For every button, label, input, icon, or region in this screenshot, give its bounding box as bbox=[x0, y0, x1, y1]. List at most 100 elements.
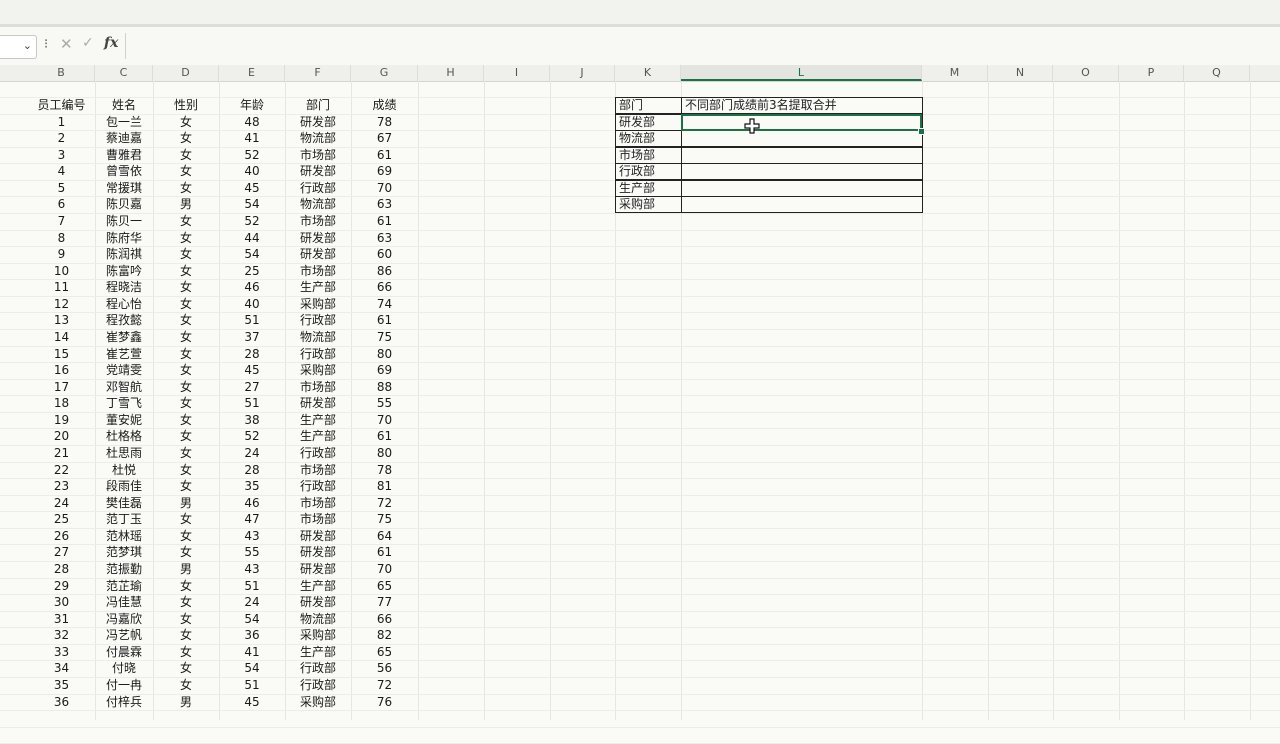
table-cell[interactable]: 曹雅君 bbox=[95, 147, 153, 163]
table-cell[interactable]: 51 bbox=[219, 395, 285, 411]
table-cell[interactable]: 樊佳磊 bbox=[95, 495, 153, 511]
table-cell[interactable]: 47 bbox=[219, 511, 285, 527]
table-cell[interactable]: 1 bbox=[28, 114, 95, 130]
table-cell[interactable]: 女 bbox=[153, 213, 219, 229]
table-cell[interactable]: 生产部 bbox=[285, 428, 351, 444]
table-cell[interactable]: 段雨佳 bbox=[95, 478, 153, 494]
table-cell[interactable]: 采购部 bbox=[285, 694, 351, 710]
summary-header-dept[interactable]: 部门 bbox=[615, 97, 682, 114]
table-cell[interactable]: 46 bbox=[219, 279, 285, 295]
table-cell[interactable]: 研发部 bbox=[285, 163, 351, 179]
table-cell[interactable]: 2 bbox=[28, 130, 95, 146]
table-cell[interactable]: 付一冉 bbox=[95, 677, 153, 693]
more-options-icon[interactable]: ⁝ bbox=[44, 37, 48, 52]
summary-result-cell[interactable] bbox=[681, 147, 923, 164]
column-header-H[interactable]: H bbox=[418, 65, 484, 81]
column-header-L[interactable]: L bbox=[681, 65, 922, 81]
summary-dept-cell[interactable]: 物流部 bbox=[615, 130, 682, 147]
table-cell[interactable]: 市场部 bbox=[285, 213, 351, 229]
table-cell[interactable]: 28 bbox=[219, 346, 285, 362]
table-cell[interactable]: 物流部 bbox=[285, 611, 351, 627]
table-cell[interactable]: 61 bbox=[351, 544, 418, 560]
table-cell[interactable]: 采购部 bbox=[285, 362, 351, 378]
table-cell[interactable]: 65 bbox=[351, 644, 418, 660]
table-cell[interactable]: 21 bbox=[28, 445, 95, 461]
selected-cell-L3[interactable] bbox=[681, 114, 922, 131]
table-cell[interactable]: 80 bbox=[351, 445, 418, 461]
table-cell[interactable]: 61 bbox=[351, 147, 418, 163]
table-cell[interactable]: 曾雪依 bbox=[95, 163, 153, 179]
table-cell[interactable]: 包一兰 bbox=[95, 114, 153, 130]
table-cell[interactable]: 女 bbox=[153, 147, 219, 163]
table-cell[interactable]: 76 bbox=[351, 694, 418, 710]
table-cell[interactable]: 15 bbox=[28, 346, 95, 362]
table-cell[interactable]: 女 bbox=[153, 644, 219, 660]
summary-dept-cell[interactable]: 采购部 bbox=[615, 196, 682, 213]
table-cell[interactable]: 女 bbox=[153, 412, 219, 428]
table-cell[interactable]: 45 bbox=[219, 180, 285, 196]
table-cell[interactable]: 女 bbox=[153, 428, 219, 444]
table-cell[interactable]: 陈贝嘉 bbox=[95, 196, 153, 212]
column-header-K[interactable]: K bbox=[615, 65, 681, 81]
table-cell[interactable]: 12 bbox=[28, 296, 95, 312]
table-cell[interactable]: 25 bbox=[28, 511, 95, 527]
column-header-N[interactable]: N bbox=[988, 65, 1053, 81]
table-cell[interactable]: 行政部 bbox=[285, 445, 351, 461]
table-cell[interactable]: 24 bbox=[219, 445, 285, 461]
name-box[interactable]: ⌄ bbox=[0, 35, 37, 59]
table-cell[interactable]: 女 bbox=[153, 611, 219, 627]
table-cell[interactable]: 程孜懿 bbox=[95, 312, 153, 328]
table-cell[interactable]: 市场部 bbox=[285, 495, 351, 511]
chevron-down-icon[interactable]: ⌄ bbox=[23, 39, 32, 52]
table-cell[interactable]: 28 bbox=[219, 462, 285, 478]
table-cell[interactable]: 冯佳慧 bbox=[95, 594, 153, 610]
table-cell[interactable]: 女 bbox=[153, 130, 219, 146]
table-cell[interactable]: 范丁玉 bbox=[95, 511, 153, 527]
table-cell[interactable]: 61 bbox=[351, 312, 418, 328]
table-cell[interactable]: 物流部 bbox=[285, 196, 351, 212]
table-cell[interactable]: 程心怡 bbox=[95, 296, 153, 312]
table-cell[interactable]: 52 bbox=[219, 147, 285, 163]
table-cell[interactable]: 男 bbox=[153, 495, 219, 511]
table-cell[interactable]: 女 bbox=[153, 163, 219, 179]
table-cell[interactable]: 女 bbox=[153, 329, 219, 345]
table-cell[interactable]: 67 bbox=[351, 130, 418, 146]
table-cell[interactable]: 54 bbox=[219, 660, 285, 676]
table-cell[interactable]: 10 bbox=[28, 263, 95, 279]
table-cell[interactable]: 生产部 bbox=[285, 578, 351, 594]
table-cell[interactable]: 23 bbox=[28, 478, 95, 494]
table-cell[interactable]: 物流部 bbox=[285, 329, 351, 345]
table-cell[interactable]: 付晨霖 bbox=[95, 644, 153, 660]
table-cell[interactable]: 28 bbox=[28, 561, 95, 577]
table-cell[interactable]: 26 bbox=[28, 528, 95, 544]
table-cell[interactable]: 行政部 bbox=[285, 660, 351, 676]
table-cell[interactable]: 78 bbox=[351, 114, 418, 130]
table-cell[interactable]: 女 bbox=[153, 445, 219, 461]
table-cell[interactable]: 9 bbox=[28, 246, 95, 262]
table-cell[interactable]: 52 bbox=[219, 428, 285, 444]
table-cell[interactable]: 董安妮 bbox=[95, 412, 153, 428]
table-cell[interactable]: 杜格格 bbox=[95, 428, 153, 444]
table-cell[interactable]: 市场部 bbox=[285, 511, 351, 527]
table-cell[interactable]: 51 bbox=[219, 677, 285, 693]
table-cell[interactable]: 生产部 bbox=[285, 279, 351, 295]
table-cell[interactable]: 研发部 bbox=[285, 395, 351, 411]
summary-header-result[interactable]: 不同部门成绩前3名提取合并 bbox=[681, 97, 923, 114]
column-header-Q[interactable]: Q bbox=[1184, 65, 1250, 81]
table-cell[interactable]: 54 bbox=[219, 196, 285, 212]
column-header-B[interactable]: B bbox=[28, 65, 95, 81]
table-cell[interactable]: 40 bbox=[219, 296, 285, 312]
table-cell[interactable]: 18 bbox=[28, 395, 95, 411]
table-cell[interactable]: 陈富吟 bbox=[95, 263, 153, 279]
cancel-icon[interactable]: ✕ bbox=[60, 35, 73, 53]
table-cell[interactable]: 75 bbox=[351, 511, 418, 527]
table-cell[interactable]: 女 bbox=[153, 627, 219, 643]
table-cell[interactable]: 31 bbox=[28, 611, 95, 627]
table-cell[interactable]: 程晓洁 bbox=[95, 279, 153, 295]
table-cell[interactable]: 3 bbox=[28, 147, 95, 163]
table-cell[interactable]: 61 bbox=[351, 213, 418, 229]
table-cell[interactable]: 女 bbox=[153, 594, 219, 610]
table-cell[interactable]: 51 bbox=[219, 578, 285, 594]
table-cell[interactable]: 采购部 bbox=[285, 627, 351, 643]
table-cell[interactable]: 35 bbox=[219, 478, 285, 494]
